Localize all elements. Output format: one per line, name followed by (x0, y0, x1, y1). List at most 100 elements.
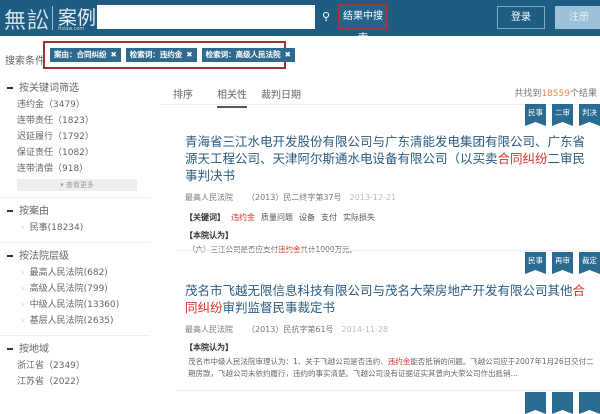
badge: 裁定 (579, 252, 600, 274)
sort-bar: 排序 相关性 裁判日期 共找到18559个结果 (160, 75, 600, 108)
result-badges: 民事 二审 判决 (525, 104, 600, 126)
filter-item[interactable]: 连带责任（1823） (0, 113, 150, 129)
keyword[interactable]: 支付 (321, 213, 337, 222)
result-title[interactable]: 茂名市飞越无限信息科技有限公司与茂名大荣房地产开发有限公司其他合同纠纷审判监督民… (185, 282, 595, 316)
result-item: 青海省三江水电开发股份有限公司与广东清能发电集团有限公司、广东省源天工程公司、天… (185, 133, 595, 256)
header: 無訟 案例 itslaw.com ⚲ 结果中搜索 登录 注册 (0, 0, 600, 44)
collapse-icon[interactable] (7, 87, 13, 89)
filter-title: 按关键词筛选 (19, 83, 79, 94)
filter-item[interactable]: 浙江省（2349） (0, 358, 150, 374)
filter-item[interactable]: 保证责任（1082） (0, 145, 150, 161)
result-count: 共找到18559个结果 (514, 86, 597, 99)
badge (579, 392, 600, 414)
filter-group-header[interactable]: 按关键词筛选 (0, 81, 150, 97)
result-meta: 最高人民法院 （2013）民二终字第37号 2013-12-21 (185, 192, 595, 203)
filter-title: 按法院层级 (19, 251, 69, 262)
filter-item[interactable]: 民事(18234) (0, 220, 150, 236)
filter-item[interactable]: 最高人民法院(682) (0, 265, 150, 281)
search-button[interactable]: ⚲ (315, 5, 337, 29)
count-value: 18559 (541, 89, 570, 99)
filter-title: 按案由 (19, 206, 49, 217)
tab-judgment-date[interactable]: 裁判日期 (261, 86, 301, 101)
case-number: （2013）民抗字第61号 (247, 325, 334, 334)
tag-label: 检索词：违约金 (129, 50, 183, 59)
count-prefix: 共找到 (514, 89, 542, 99)
collapse-icon[interactable] (7, 348, 13, 350)
title-text: 茂名市飞越无限信息科技有限公司与茂名大荣房地产开发有限公司其他 (185, 283, 573, 298)
divider (175, 250, 600, 251)
keywords-label: 【关键词】 (185, 213, 225, 222)
condition-tag: 检索词：违约金 ✖ (125, 48, 197, 62)
filter-item[interactable]: 迟延履行（1792） (0, 129, 150, 145)
keyword[interactable]: 质量问题 (261, 213, 293, 222)
filter-item[interactable]: 中级人民法院(13360) (0, 297, 150, 313)
register-button[interactable]: 注册 (555, 6, 600, 29)
case-number: （2013）民二终字第37号 (247, 193, 342, 202)
badge: 二审 (552, 104, 573, 126)
result-meta: 最高人民法院 （2013）民抗字第61号 2014-11-28 (185, 324, 595, 335)
sidebar-filters: 按关键词筛选 违约金（3479） 连带责任（1823） 迟延履行（1792） 保… (0, 75, 150, 396)
tag-label: 检索词：高级人民法院 (205, 50, 281, 59)
filter-court-level: 按法院层级 最高人民法院(682) 高级人民法院(799) 中级人民法院(133… (0, 243, 150, 336)
date: 2014-11-28 (341, 325, 389, 334)
text-highlight: 违约金 (387, 357, 411, 366)
badge (552, 392, 573, 414)
filter-group-header[interactable]: 按案由 (0, 204, 150, 220)
count-suffix: 个结果 (569, 89, 597, 99)
filter-keyword: 按关键词筛选 违约金（3479） 连带责任（1823） 迟延履行（1792） 保… (0, 75, 150, 198)
court: 最高人民法院 (185, 193, 233, 202)
keyword[interactable]: 违约金 (231, 213, 255, 222)
divider (175, 390, 600, 391)
result-badges: 民事 再审 裁定 (525, 252, 600, 274)
badge: 再审 (552, 252, 573, 274)
filter-item[interactable]: 高级人民法院(799) (0, 281, 150, 297)
text: 茂名市中级人民法院审理认为：1、关于飞越公司是否违约、 (188, 357, 388, 366)
sort-label: 排序 (173, 90, 193, 101)
logo-domain: itslaw.com (58, 26, 85, 32)
filter-cause: 按案由 民事(18234) (0, 198, 150, 243)
badge: 判决 (579, 104, 600, 126)
badge: 民事 (525, 104, 546, 126)
filter-group-header[interactable]: 按法院层级 (0, 249, 150, 265)
opinion-text: 茂名市中级人民法院审理认为：1、关于飞越公司是否违约、违约金能否抵销的问题。飞越… (185, 356, 595, 380)
keywords: 【关键词】 违约金 质量问题 设备 支付 实际损失 (185, 212, 595, 223)
results-panel: 排序 相关性 裁判日期 共找到18559个结果 民事 二审 判决 青海省三江水电… (160, 75, 600, 414)
logo[interactable]: 無訟 (4, 3, 50, 35)
court: 最高人民法院 (185, 325, 233, 334)
opinion-label: 【本院认为】 (185, 231, 233, 240)
search-icon: ⚲ (321, 10, 331, 23)
conditions-label: 搜索条件 (5, 56, 45, 67)
filter-item[interactable]: 违约金（3479） (0, 97, 150, 113)
close-icon[interactable]: ✖ (285, 50, 291, 59)
result-title[interactable]: 青海省三江水电开发股份有限公司与广东清能发电集团有限公司、广东省源天工程公司、天… (185, 133, 595, 184)
keyword[interactable]: 设备 (299, 213, 315, 222)
keyword[interactable]: 实际损失 (343, 213, 375, 222)
search-input[interactable] (97, 5, 315, 29)
date: 2013-12-21 (349, 193, 397, 202)
close-icon[interactable]: ✖ (186, 50, 192, 59)
search-conditions: 案由：合同纠纷 ✖ 检索词：违约金 ✖ 检索词：高级人民法院 ✖ (43, 41, 295, 69)
result-badges-next (525, 392, 600, 414)
filter-region: 按地域 浙江省（2349） 江苏省（2022） (0, 336, 150, 396)
filter-item[interactable]: 连带清偿（918） (0, 161, 150, 177)
close-icon[interactable]: ✖ (111, 50, 117, 59)
badge: 民事 (525, 252, 546, 274)
filter-item[interactable]: 江苏省（2022） (0, 374, 150, 390)
title-text: 审判监督民事裁定书 (222, 300, 336, 315)
filter-title: 按地域 (19, 344, 49, 355)
login-button[interactable]: 登录 (497, 6, 545, 29)
result-item: 茂名市飞越无限信息科技有限公司与茂名大荣房地产开发有限公司其他合同纠纷审判监督民… (185, 282, 595, 380)
badge (525, 392, 546, 414)
collapse-icon[interactable] (7, 255, 13, 257)
show-more-button[interactable]: ▾ 查看更多 (17, 179, 137, 191)
condition-tag: 案由：合同纠纷 ✖ (50, 48, 121, 62)
tag-label: 案由：合同纠纷 (54, 50, 107, 59)
collapse-icon[interactable] (7, 210, 13, 212)
title-highlight: 合同纠纷 (497, 151, 548, 166)
filter-item[interactable]: 基层人民法院(2635) (0, 313, 150, 329)
filter-group-header[interactable]: 按地域 (0, 342, 150, 358)
search-in-results-button[interactable]: 结果中搜索 (338, 4, 388, 44)
tab-relevance[interactable]: 相关性 (217, 86, 247, 108)
opinion-label: 【本院认为】 (185, 343, 233, 352)
condition-tag: 检索词：高级人民法院 ✖ (201, 48, 295, 62)
